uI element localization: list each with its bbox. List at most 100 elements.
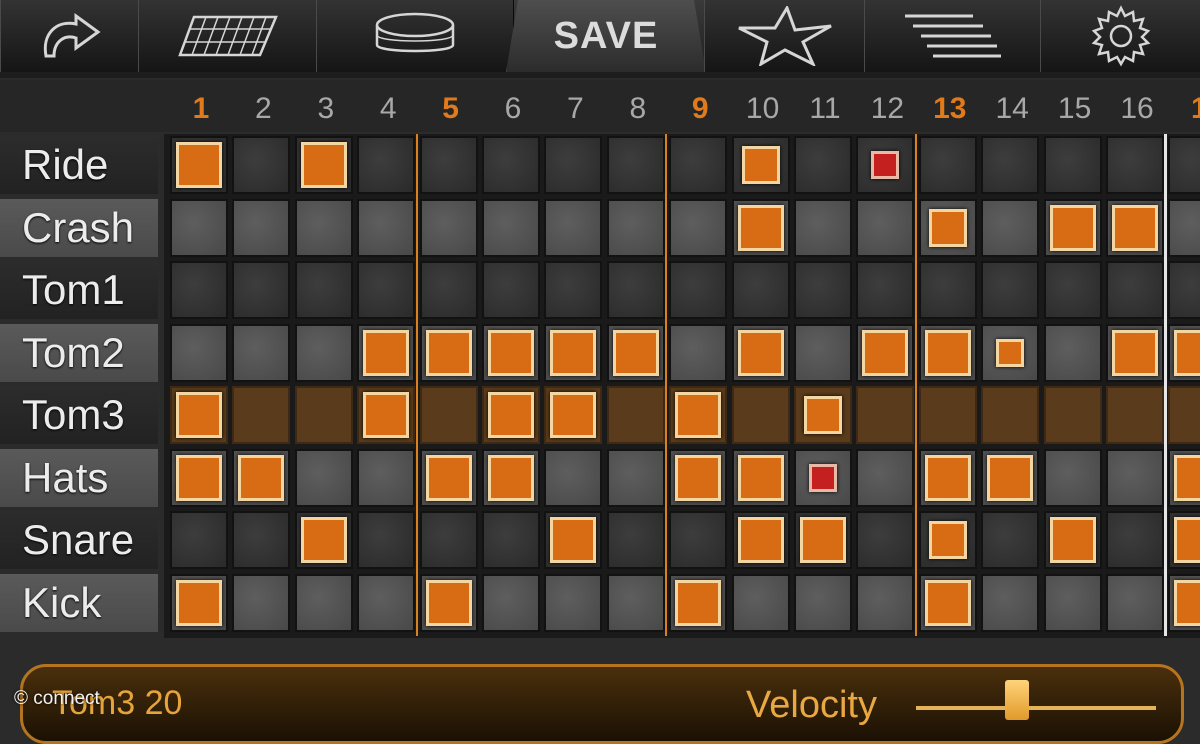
- note[interactable]: [488, 392, 534, 438]
- note[interactable]: [741, 146, 780, 184]
- step-cell[interactable]: [1043, 323, 1102, 382]
- step-cell[interactable]: [1043, 448, 1102, 507]
- step-cell[interactable]: [918, 261, 977, 319]
- step-cell[interactable]: [1106, 573, 1164, 632]
- step-cell[interactable]: [669, 323, 728, 382]
- step-cell[interactable]: [856, 448, 915, 507]
- step-cell[interactable]: [294, 573, 353, 632]
- step-cell[interactable]: [232, 198, 291, 257]
- step-cell[interactable]: [1106, 448, 1164, 507]
- note[interactable]: [737, 454, 784, 501]
- note[interactable]: [176, 392, 222, 438]
- settings-button[interactable]: [1040, 0, 1200, 72]
- step-cell[interactable]: [357, 136, 416, 194]
- note[interactable]: [924, 454, 971, 501]
- step-cell[interactable]: [419, 511, 478, 569]
- step-cell[interactable]: [294, 323, 353, 382]
- step-cell[interactable]: [981, 198, 1040, 257]
- step-cell[interactable]: [170, 261, 228, 319]
- step-cell[interactable]: [606, 198, 665, 257]
- note[interactable]: [363, 329, 410, 376]
- track-label-crash[interactable]: Crash: [0, 198, 158, 257]
- step-cell[interactable]: [1168, 198, 1200, 257]
- step-cell[interactable]: [1043, 386, 1102, 444]
- note[interactable]: [425, 454, 472, 501]
- step-cell[interactable]: [419, 261, 478, 319]
- note[interactable]: [996, 338, 1025, 367]
- step-cell[interactable]: [419, 136, 478, 194]
- step-cell[interactable]: [606, 261, 665, 319]
- note[interactable]: [550, 517, 597, 563]
- step-cell[interactable]: [1043, 261, 1102, 319]
- step-cell[interactable]: [918, 386, 977, 444]
- track-label-ride[interactable]: Ride: [0, 136, 158, 194]
- note[interactable]: [737, 329, 784, 376]
- note[interactable]: [675, 454, 722, 501]
- track-label-tom3[interactable]: Tom3: [0, 386, 158, 444]
- note[interactable]: [862, 329, 909, 376]
- note[interactable]: [924, 329, 971, 376]
- step-cell[interactable]: [544, 136, 603, 194]
- step-cell[interactable]: [544, 198, 603, 257]
- step-cell[interactable]: [544, 448, 603, 507]
- note[interactable]: [300, 142, 347, 188]
- note[interactable]: [737, 204, 784, 251]
- track-label-kick[interactable]: Kick: [0, 573, 158, 632]
- step-cell[interactable]: [544, 261, 603, 319]
- step-cell[interactable]: [1106, 511, 1164, 569]
- track-label-tom1[interactable]: Tom1: [0, 261, 158, 319]
- note[interactable]: [1174, 454, 1200, 501]
- note[interactable]: [550, 392, 597, 438]
- note[interactable]: [238, 454, 285, 501]
- step-cell[interactable]: [794, 198, 852, 257]
- step-cell[interactable]: [170, 198, 228, 257]
- note[interactable]: [1049, 204, 1096, 251]
- step-cell[interactable]: [856, 573, 915, 632]
- step-cell[interactable]: [856, 386, 915, 444]
- note[interactable]: [871, 151, 900, 179]
- step-cell[interactable]: [1043, 136, 1102, 194]
- note[interactable]: [804, 396, 842, 434]
- velocity-slider-thumb[interactable]: [1004, 680, 1029, 720]
- note[interactable]: [809, 463, 837, 492]
- step-cell[interactable]: [1106, 261, 1164, 319]
- step-cell[interactable]: [232, 573, 291, 632]
- note[interactable]: [928, 521, 967, 559]
- favorites-button[interactable]: [704, 0, 866, 72]
- track-label-hats[interactable]: Hats: [0, 448, 158, 507]
- step-cell[interactable]: [294, 386, 353, 444]
- note[interactable]: [987, 454, 1034, 501]
- note[interactable]: [675, 392, 722, 438]
- step-cell[interactable]: [669, 511, 728, 569]
- step-cell[interactable]: [918, 136, 977, 194]
- step-cell[interactable]: [482, 511, 540, 569]
- velocity-slider[interactable]: [916, 706, 1156, 710]
- note[interactable]: [928, 208, 967, 247]
- step-cell[interactable]: [419, 198, 478, 257]
- note[interactable]: [488, 454, 534, 501]
- note[interactable]: [425, 329, 472, 376]
- list-button[interactable]: [864, 0, 1042, 72]
- note[interactable]: [300, 517, 347, 563]
- step-cell[interactable]: [357, 261, 416, 319]
- note[interactable]: [488, 329, 534, 376]
- note[interactable]: [1049, 517, 1096, 563]
- step-cell[interactable]: [1043, 573, 1102, 632]
- step-cell[interactable]: [981, 511, 1040, 569]
- step-cell[interactable]: [482, 198, 540, 257]
- step-cell[interactable]: [981, 386, 1040, 444]
- step-cell[interactable]: [357, 511, 416, 569]
- step-cell[interactable]: [357, 448, 416, 507]
- step-cell[interactable]: [544, 573, 603, 632]
- step-cell[interactable]: [294, 261, 353, 319]
- step-cell[interactable]: [419, 386, 478, 444]
- step-cell[interactable]: [1106, 136, 1164, 194]
- step-cell[interactable]: [856, 261, 915, 319]
- note[interactable]: [1174, 517, 1200, 563]
- note[interactable]: [924, 579, 971, 626]
- step-cell[interactable]: [606, 573, 665, 632]
- step-cell[interactable]: [794, 573, 852, 632]
- step-cell[interactable]: [294, 198, 353, 257]
- note[interactable]: [1174, 579, 1200, 626]
- step-cell[interactable]: [981, 573, 1040, 632]
